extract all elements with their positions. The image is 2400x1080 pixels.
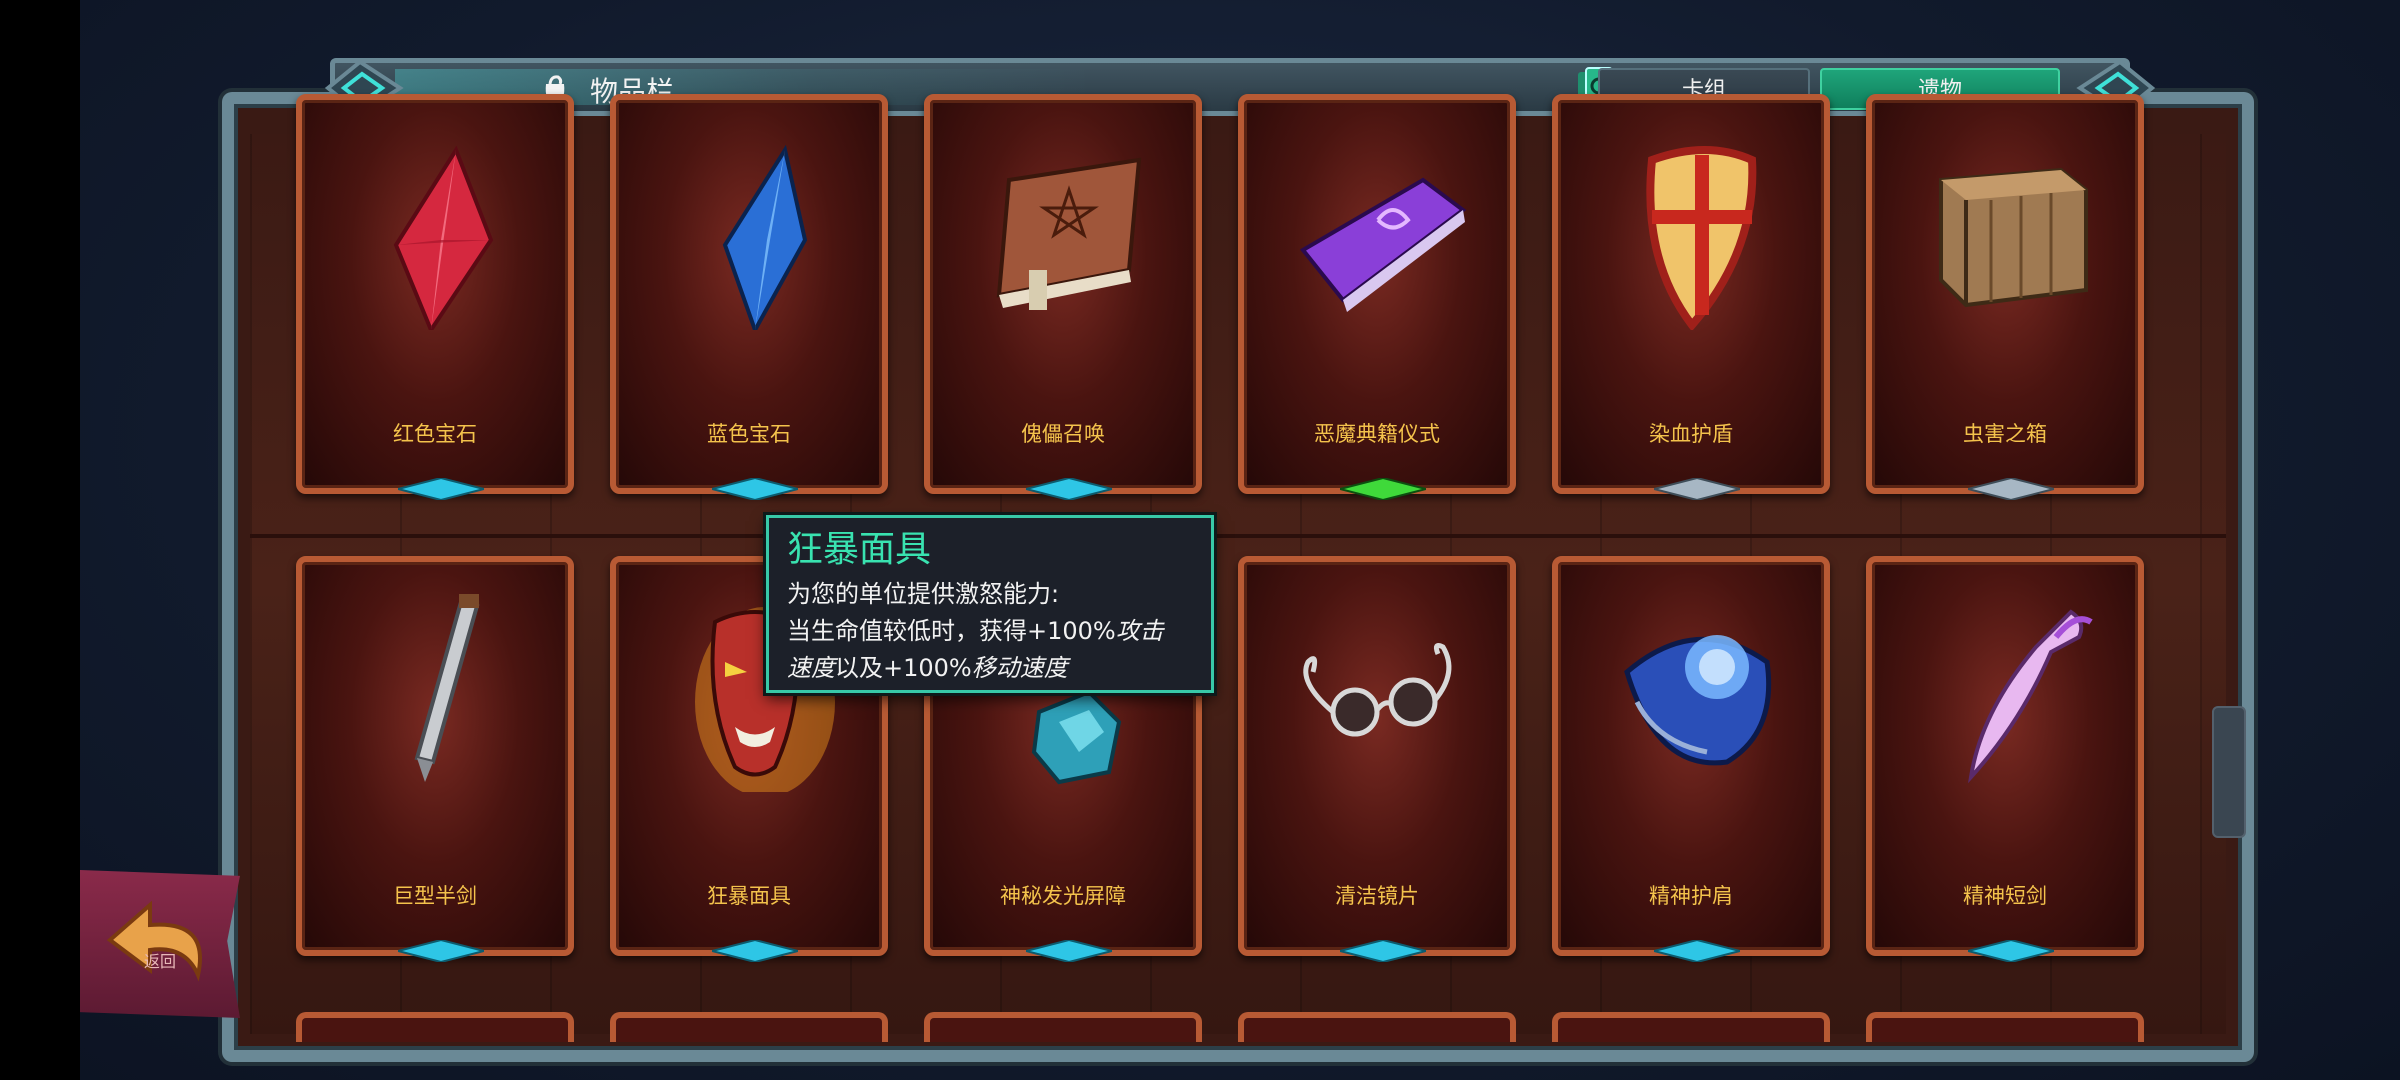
relic-name: 蓝色宝石: [707, 422, 791, 446]
scrollbar-thumb[interactable]: [2212, 706, 2246, 838]
brown-book-icon: [996, 157, 1142, 310]
relic-name: 清洁镜片: [1335, 884, 1419, 908]
relic-name: 巨型半剑: [393, 884, 477, 908]
relic-card[interactable]: 精神护肩: [1552, 556, 1830, 962]
shield-icon: [1646, 146, 1757, 330]
relic-card[interactable]: 蓝色宝石: [610, 94, 888, 500]
relic-card[interactable]: 精神短剑: [1866, 556, 2144, 962]
blue-gem-icon: [722, 144, 808, 330]
relic-card[interactable]: 傀儡召唤: [924, 94, 1202, 500]
relic-card-partial[interactable]: [610, 1012, 888, 1042]
tooltip-text: 当生命值较低时，获得+100%: [787, 617, 1116, 645]
back-button[interactable]: [80, 870, 240, 1018]
relic-card[interactable]: 巨型半剑: [296, 556, 574, 962]
greatsword-icon: [414, 594, 480, 782]
shelf-divider: [250, 534, 2226, 538]
tooltip-title: 狂暴面具: [787, 529, 932, 570]
relic-tooltip: 狂暴面具 为您的单位提供激怒能力: 当生命值较低时，获得+100%攻击 速度以及…: [766, 515, 1214, 693]
rarity-gem-icon: [1026, 940, 1112, 962]
relic-name: 染血护盾: [1649, 422, 1733, 446]
back-label: 返回: [144, 952, 177, 971]
relic-name: 精神短剑: [1963, 884, 2047, 908]
rarity-gem-icon: [398, 478, 484, 500]
dagger-icon: [1968, 609, 2093, 784]
relic-card-partial[interactable]: [1866, 1012, 2144, 1042]
tooltip-italic-text: 速度: [787, 654, 835, 682]
relic-card-partial[interactable]: [1552, 1012, 1830, 1042]
relic-card-partial[interactable]: [1238, 1012, 1516, 1042]
relic-name: 虫害之箱: [1963, 422, 2047, 446]
relic-card[interactable]: 恶魔典籍仪式: [1238, 94, 1516, 500]
tooltip-text: 以及+100%: [835, 654, 972, 682]
purple-book-icon: [1299, 177, 1467, 312]
rarity-gem-icon: [1340, 478, 1426, 500]
rarity-gem-icon: [712, 940, 798, 962]
rarity-gem-icon: [1026, 478, 1112, 500]
tooltip-italic-text: 攻击: [1115, 617, 1164, 645]
relic-name: 傀儡召唤: [1021, 422, 1105, 446]
glasses-icon: [1303, 643, 1452, 737]
pauldron-icon: [1624, 635, 1772, 766]
relic-card-partial[interactable]: [924, 1012, 1202, 1042]
relic-card-partial[interactable]: [296, 1012, 574, 1042]
tooltip-italic-text: 移动速度: [971, 654, 1068, 682]
rarity-gem-icon: [398, 940, 484, 962]
relic-card[interactable]: 虫害之箱: [1866, 94, 2144, 500]
relic-name: 神秘发光屏障: [1000, 884, 1126, 908]
tooltip-desc-line: 为您的单位提供激怒能力:: [787, 580, 1060, 608]
rarity-gem-icon: [1654, 940, 1740, 962]
red-gem-icon: [393, 145, 494, 330]
rarity-gem-icon: [1654, 478, 1740, 500]
relic-card[interactable]: 染血护盾: [1552, 94, 1830, 500]
relic-name: 红色宝石: [393, 422, 477, 446]
screen-left-edge: [0, 0, 80, 1080]
back-arrow-icon: [106, 900, 202, 982]
rarity-gem-icon: [1968, 478, 2054, 500]
relic-card[interactable]: 清洁镜片: [1238, 556, 1516, 962]
rarity-gem-icon: [712, 478, 798, 500]
crate-icon: [1939, 167, 2088, 308]
relic-name: 精神护肩: [1649, 884, 1733, 908]
relic-name: 狂暴面具: [707, 884, 791, 908]
relic-card[interactable]: 红色宝石: [296, 94, 574, 500]
rarity-gem-icon: [1340, 940, 1426, 962]
relic-name: 恶魔典籍仪式: [1314, 422, 1440, 446]
tooltip-desc-line: 速度以及+100%移动速度: [787, 650, 1193, 687]
rarity-gem-icon: [1968, 940, 2054, 962]
tooltip-desc-line: 当生命值较低时，获得+100%攻击: [787, 613, 1193, 650]
